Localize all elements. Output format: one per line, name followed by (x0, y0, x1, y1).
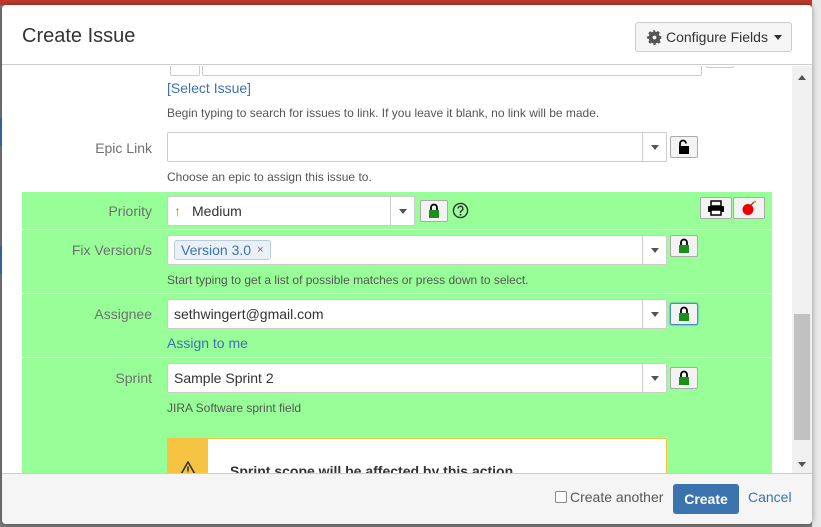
sprint-dropdown[interactable] (642, 364, 666, 392)
select-issue-link[interactable]: [Select Issue] (167, 80, 251, 96)
priority-row: Priority ↑ Medium (22, 192, 772, 229)
lock-icon (679, 238, 689, 253)
linked-issue-lock-button[interactable] (706, 66, 734, 68)
configure-fields-label: Configure Fields (666, 29, 768, 45)
priority-arrow-icon: ↑ (174, 203, 181, 219)
background-page-edge (812, 0, 821, 527)
vertical-scrollbar[interactable] (792, 66, 812, 473)
epic-link-unlock-button[interactable] (670, 136, 698, 158)
priority-dropdown[interactable] (390, 197, 414, 225)
warning-message: Sprint scope will be affected by this ac… (230, 463, 518, 473)
epic-link-input[interactable] (167, 132, 667, 162)
lock-icon (429, 203, 439, 218)
scroll-down-arrow-icon[interactable] (798, 462, 806, 467)
priority-label: Priority (108, 203, 152, 219)
create-another-checkbox[interactable] (555, 491, 567, 503)
priority-select[interactable]: ↑ Medium (167, 196, 415, 226)
linked-issue-help: Begin typing to search for issues to lin… (167, 106, 600, 120)
assignee-lock-button[interactable] (670, 303, 698, 325)
priority-value: Medium (192, 203, 242, 219)
dialog-content: [Select Issue] Begin typing to search fo… (2, 66, 792, 473)
sprint-label: Sprint (115, 370, 152, 386)
version-tag: Version 3.0 × (174, 240, 271, 260)
assignee-label: Assignee (94, 306, 152, 322)
fix-version-lock-button[interactable] (670, 235, 698, 257)
cancel-link[interactable]: Cancel (748, 489, 792, 505)
bomb-button[interactable] (733, 197, 765, 219)
sprint-scope-warning: Sprint scope will be affected by this ac… (167, 438, 667, 473)
printer-icon (708, 200, 724, 216)
sprint-lock-button[interactable] (670, 367, 698, 389)
assignee-dropdown[interactable] (642, 300, 666, 328)
fix-version-dropdown[interactable] (642, 236, 666, 264)
warning-stripe (168, 439, 208, 473)
lock-icon (679, 370, 689, 385)
dialog-footer: Create another Create Cancel (2, 473, 812, 524)
dialog-header: Create Issue Configure Fields (2, 5, 812, 65)
create-issue-dialog: Create Issue Configure Fields [Select Is… (2, 5, 812, 524)
fix-version-input[interactable]: Version 3.0 × (167, 235, 667, 265)
lock-icon (679, 306, 689, 321)
priority-lock-button[interactable] (420, 200, 448, 222)
epic-link-dropdown[interactable] (642, 133, 666, 161)
scroll-thumb[interactable] (794, 314, 810, 440)
epic-link-help: Choose an epic to assign this issue to. (167, 170, 372, 184)
dialog-title: Create Issue (22, 25, 136, 47)
bomb-icon (742, 200, 757, 215)
configure-fields-button[interactable]: Configure Fields (635, 22, 792, 52)
remove-version-icon[interactable]: × (257, 244, 263, 256)
scroll-up-arrow-icon[interactable] (798, 75, 806, 80)
help-icon[interactable] (452, 202, 469, 219)
warning-icon (180, 461, 196, 473)
assignee-input[interactable]: sethwingert@gmail.com (167, 299, 667, 329)
sprint-help: JIRA Software sprint field (167, 401, 302, 415)
version-tag-label: Version 3.0 (181, 242, 252, 258)
fix-version-row: Fix Version/s Version 3.0 × Start typing… (22, 230, 772, 293)
fix-version-label: Fix Version/s (71, 242, 152, 258)
assign-to-me-link[interactable]: Assign to me (167, 335, 248, 351)
epic-link-label: Epic Link (95, 140, 152, 156)
link-type-select[interactable] (170, 66, 200, 76)
linked-issue-input[interactable] (202, 66, 702, 76)
create-another-label[interactable]: Create another (570, 489, 663, 505)
chevron-down-icon (773, 34, 782, 40)
assignee-row: Assignee sethwingert@gmail.com Assign to… (22, 294, 772, 357)
sprint-input[interactable]: Sample Sprint 2 (167, 363, 667, 393)
print-button[interactable] (700, 197, 732, 219)
assignee-value: sethwingert@gmail.com (174, 306, 324, 322)
create-button[interactable]: Create (673, 484, 739, 514)
fix-version-help: Start typing to get a list of possible m… (167, 273, 529, 287)
gear-icon (646, 29, 662, 45)
sprint-value: Sample Sprint 2 (174, 370, 274, 386)
unlock-icon (679, 139, 689, 154)
